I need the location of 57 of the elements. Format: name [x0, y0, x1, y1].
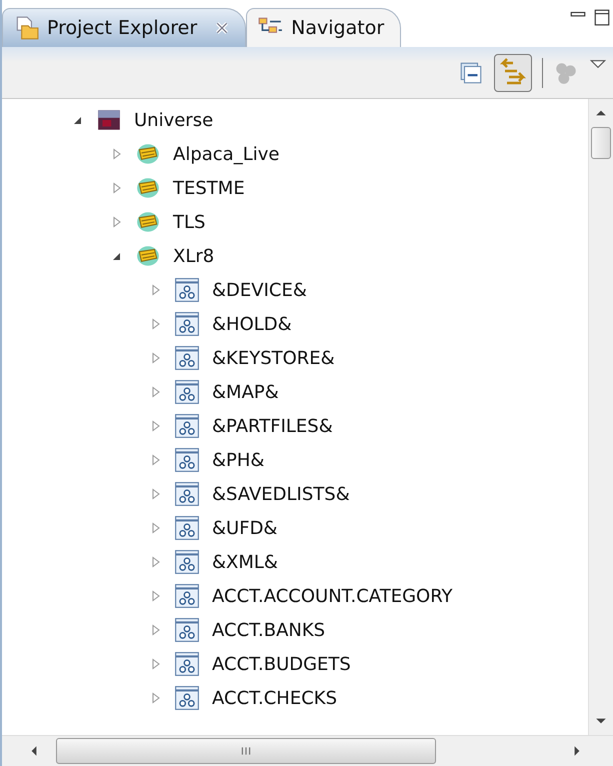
expand-toggle-icon[interactable] [150, 284, 162, 296]
expand-toggle-icon[interactable] [111, 148, 123, 160]
expand-toggle-icon[interactable] [111, 216, 123, 228]
table-icon [174, 447, 200, 473]
close-icon[interactable] [215, 21, 230, 35]
scrollbar-thumb[interactable] [591, 127, 611, 159]
expand-toggle-icon[interactable] [150, 454, 162, 466]
tree-item[interactable]: ACCT.ACCOUNT.CATEGORY [212, 586, 453, 606]
table-icon [174, 311, 200, 337]
table-icon [174, 345, 200, 371]
expand-toggle-icon[interactable] [150, 692, 162, 704]
table-icon [174, 617, 200, 643]
maximize-icon[interactable] [593, 8, 611, 26]
table-icon [174, 583, 200, 609]
tree-item[interactable]: &KEYSTORE& [212, 348, 335, 368]
view-tab[interactable]: Project Explorer [2, 8, 246, 47]
tree-item[interactable]: Alpaca_Live [173, 144, 280, 164]
tree-item[interactable]: TLS [173, 212, 206, 232]
grip-icon [240, 746, 252, 756]
tree-item[interactable]: ACCT.CHECKS [212, 688, 337, 708]
tree-item[interactable]: XLr8 [173, 246, 214, 266]
table-icon [174, 277, 200, 303]
table-icon [174, 515, 200, 541]
view-tab[interactable]: Navigator [246, 8, 402, 47]
expand-toggle-icon[interactable] [150, 352, 162, 364]
expand-toggle-icon[interactable] [150, 318, 162, 330]
tree-item[interactable]: &DEVICE& [212, 280, 307, 300]
tree-item[interactable]: &PH& [212, 450, 264, 470]
view-menu-icon[interactable] [589, 57, 607, 71]
table-icon [174, 685, 200, 711]
tree-item[interactable]: &PARTFILES& [212, 416, 333, 436]
tree-item[interactable]: &UFD& [212, 518, 278, 538]
table-icon [174, 481, 200, 507]
tree-item[interactable]: ACCT.BANKS [212, 620, 326, 640]
table-icon [174, 549, 200, 575]
tree-item[interactable]: Universe [134, 110, 214, 130]
tree-item[interactable]: &SAVEDLISTS& [212, 484, 350, 504]
link-arrows-icon[interactable] [494, 54, 532, 92]
expand-toggle-icon[interactable] [150, 658, 162, 670]
expand-toggle-icon[interactable] [150, 556, 162, 568]
scrollbar-thumb[interactable] [56, 738, 436, 764]
table-icon [174, 413, 200, 439]
tree-item[interactable]: &HOLD& [212, 314, 292, 334]
expand-toggle-icon[interactable] [150, 488, 162, 500]
collapse-all-icon[interactable] [458, 60, 484, 86]
expand-toggle-icon[interactable] [111, 182, 123, 194]
expand-toggle-icon[interactable] [150, 522, 162, 534]
tree-item[interactable]: &MAP& [212, 382, 279, 402]
table-icon [174, 651, 200, 677]
tree-item[interactable]: &XML& [212, 552, 278, 572]
expand-toggle-icon[interactable] [150, 624, 162, 636]
tree-item[interactable]: TESTME [173, 178, 245, 198]
expand-toggle-icon[interactable] [150, 590, 162, 602]
tree-item[interactable]: ACCT.BUDGETS [212, 654, 351, 674]
expand-toggle-icon[interactable] [150, 386, 162, 398]
table-icon [174, 379, 200, 405]
expand-toggle-icon[interactable] [150, 420, 162, 432]
